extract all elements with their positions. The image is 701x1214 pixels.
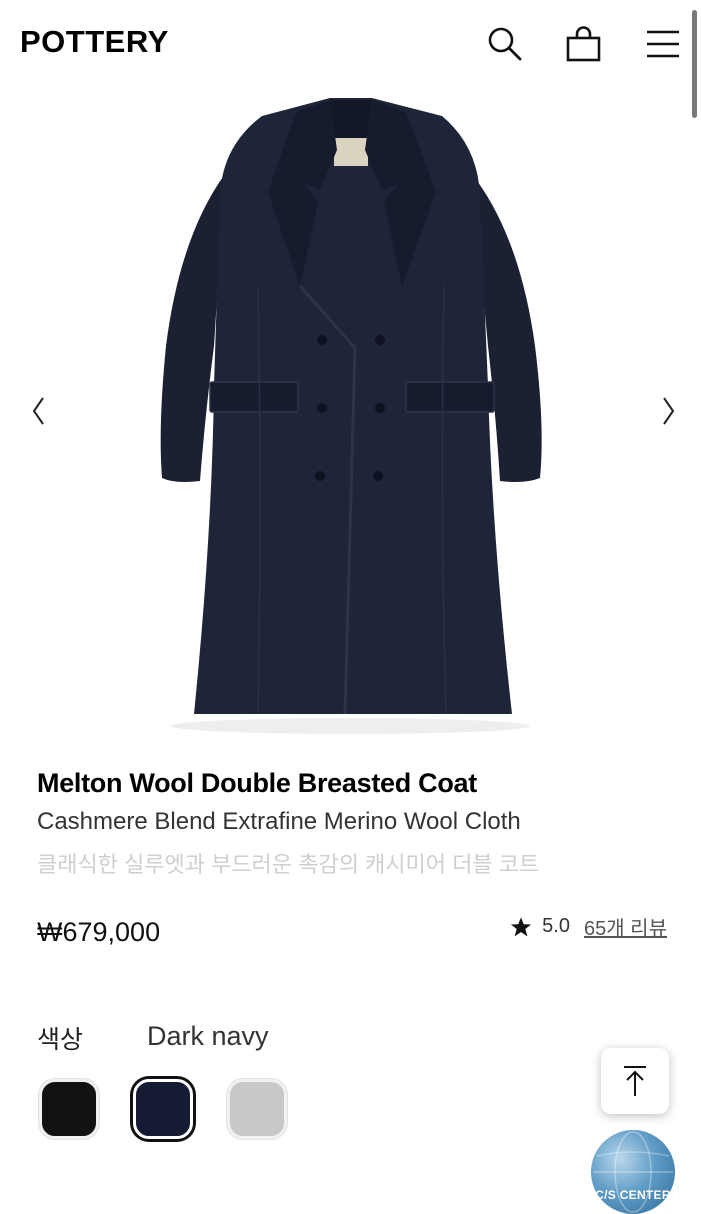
color-swatch-dark-navy[interactable] bbox=[133, 1079, 193, 1139]
product-title: Melton Wool Double Breasted Coat bbox=[37, 768, 477, 798]
rating-value: 5.0 bbox=[542, 915, 570, 937]
chevron-left-icon[interactable] bbox=[28, 394, 50, 428]
selected-color-name: Dark navy bbox=[147, 1021, 269, 1051]
chevron-right-icon[interactable] bbox=[657, 394, 679, 428]
menu-icon[interactable] bbox=[644, 24, 684, 64]
header: POTTERY bbox=[0, 0, 701, 86]
color-swatch-light-gray[interactable] bbox=[227, 1079, 287, 1139]
product-description: 클래식한 실루엣과 부드러운 촉감의 캐시미어 더블 코트 bbox=[37, 852, 540, 877]
product-image-carousel[interactable] bbox=[0, 86, 701, 740]
cs-center-button[interactable]: C/S CENTER bbox=[591, 1130, 675, 1214]
scroll-to-top-button[interactable] bbox=[601, 1048, 669, 1114]
search-icon[interactable] bbox=[485, 24, 525, 64]
product-price: ₩679,000 bbox=[37, 917, 161, 947]
rating-summary: 5.0 65개 리뷰 bbox=[510, 912, 667, 941]
shopping-bag-icon[interactable] bbox=[564, 24, 604, 64]
brand-logo[interactable]: POTTERY bbox=[20, 24, 169, 60]
star-icon bbox=[511, 916, 532, 936]
arrow-up-to-top-icon bbox=[624, 1066, 646, 1096]
reviews-link[interactable]: 65개 리뷰 bbox=[584, 912, 667, 941]
color-swatch-black[interactable] bbox=[39, 1079, 99, 1139]
coat-image bbox=[160, 98, 542, 734]
color-option-label: 색상 bbox=[37, 1026, 84, 1054]
product-subtitle: Cashmere Blend Extrafine Merino Wool Clo… bbox=[37, 808, 521, 835]
